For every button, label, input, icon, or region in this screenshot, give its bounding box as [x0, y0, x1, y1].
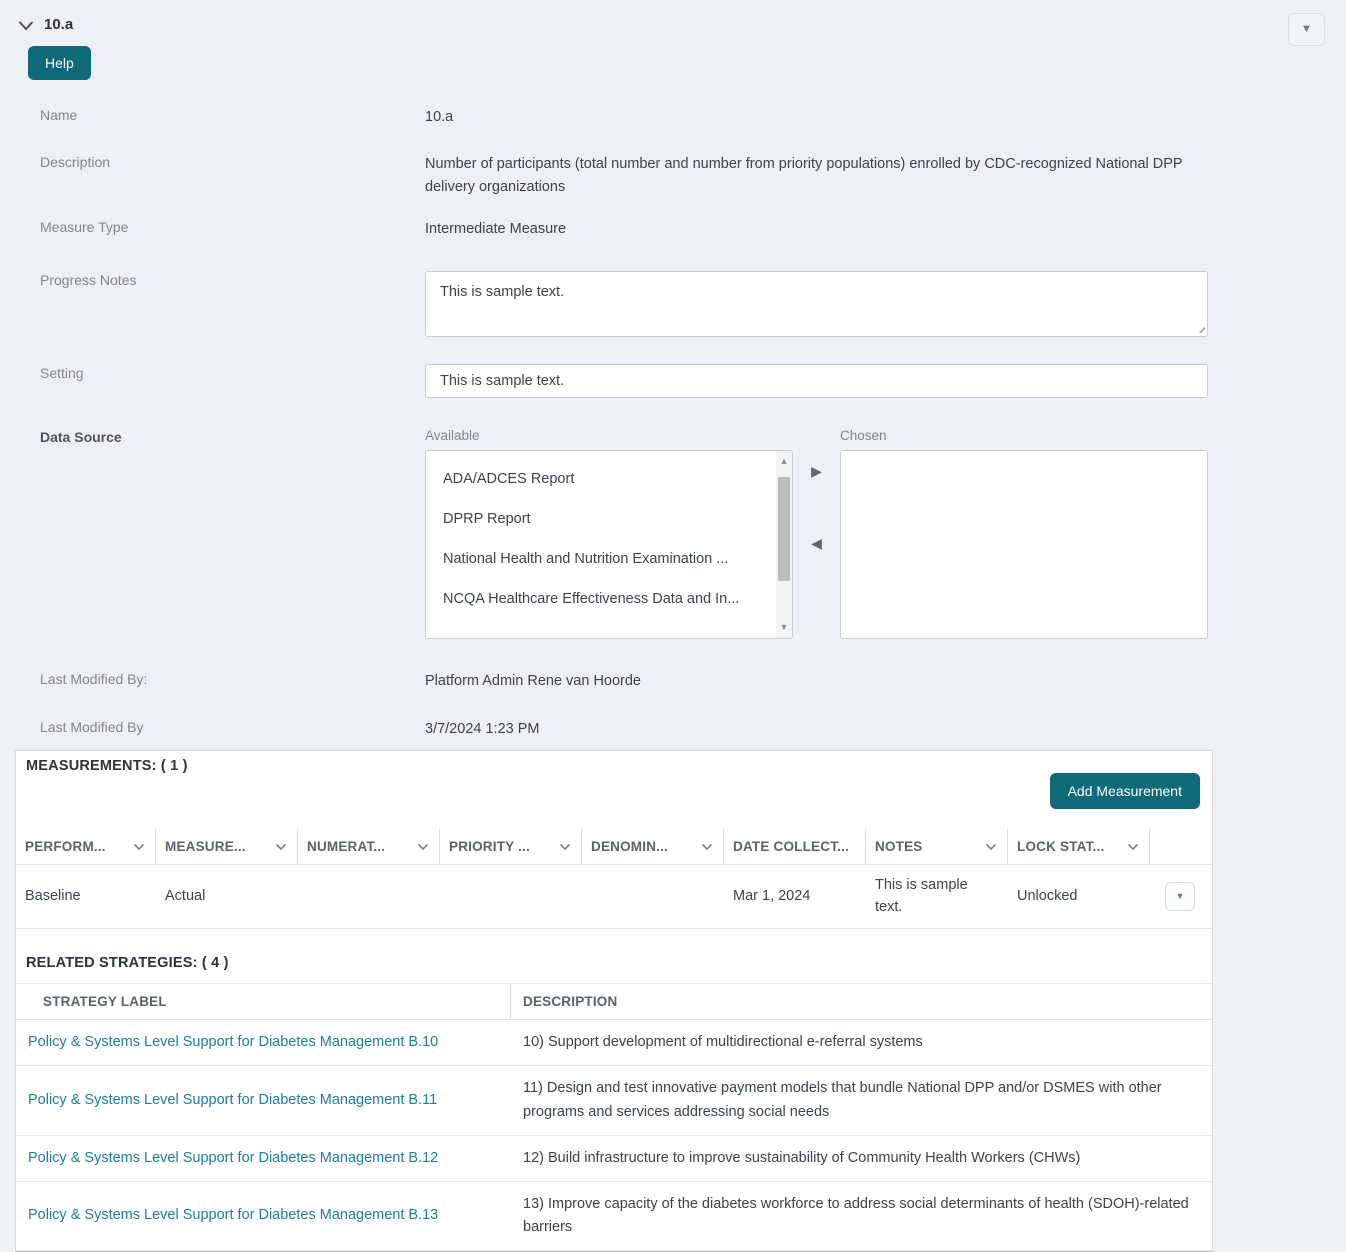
column-header-notes[interactable]: NOTES	[866, 829, 1008, 865]
scroll-thumb[interactable]	[778, 476, 790, 581]
caret-down-icon: ▼	[1301, 23, 1312, 35]
sort-chevron-icon[interactable]	[417, 839, 429, 854]
table-row: Policy & Systems Level Support for Diabe…	[16, 1136, 1212, 1182]
form-row-measure-type: Measure Type Intermediate Measure	[0, 218, 1346, 241]
strategy-link[interactable]: Policy & Systems Level Support for Diabe…	[28, 1034, 438, 1050]
page-title: 10.a	[44, 16, 74, 33]
related-strategies-title: RELATED STRATEGIES: ( 4 )	[26, 955, 229, 972]
available-listbox[interactable]: ADA/ADCES Report DPRP Report National He…	[425, 449, 793, 639]
description-value: Number of participants (total number and…	[425, 156, 1183, 196]
setting-label: Setting	[40, 364, 84, 381]
list-item[interactable]: National Health and Nutrition Examinatio…	[426, 539, 792, 579]
column-header-description: DESCRIPTION	[523, 994, 618, 1010]
measurements-title: MEASUREMENTS: ( 1 )	[26, 758, 188, 775]
list-item[interactable]: DPRP Report	[426, 499, 792, 539]
cell-priority-population	[440, 889, 582, 905]
measure-type-value: Intermediate Measure	[425, 220, 567, 237]
help-button[interactable]: Help	[28, 46, 91, 80]
form-row-data-source: Data Source Available ADA/ADCES Report D…	[0, 428, 1346, 639]
progress-notes-label: Progress Notes	[40, 271, 137, 288]
scroll-down-icon[interactable]: ▼	[780, 618, 789, 637]
strategy-link[interactable]: Policy & Systems Level Support for Diabe…	[28, 1092, 437, 1108]
measurements-table-header: PERFORM... MEASURE... NUMERAT... PRIORIT…	[16, 829, 1212, 866]
table-row: Policy & Systems Level Support for Diabe…	[16, 1066, 1212, 1136]
strategy-link[interactable]: Policy & Systems Level Support for Diabe…	[28, 1207, 438, 1223]
chosen-listbox[interactable]	[840, 449, 1208, 639]
column-header-strategy-label: STRATEGY LABEL	[16, 984, 511, 1020]
column-header-priority[interactable]: PRIORITY ...	[440, 829, 582, 865]
strategy-description: 13) Improve capacity of the diabetes wor…	[523, 1195, 1189, 1236]
table-row: Policy & Systems Level Support for Diabe…	[16, 1182, 1212, 1252]
name-label: Name	[40, 107, 78, 123]
name-value: 10.a	[425, 109, 454, 125]
measure-detail-form: Name 10.a Description Number of particip…	[0, 106, 1346, 741]
list-item[interactable]: ADA/ADCES Report	[426, 459, 792, 499]
add-measurement-button[interactable]: Add Measurement	[1049, 773, 1200, 810]
column-header-actions	[1150, 829, 1212, 864]
cell-performance-period: Baseline	[25, 887, 81, 904]
form-row-last-modified-date: Last Modified By 3/7/2024 1:23 PM	[0, 718, 1346, 741]
table-row: Policy & Systems Level Support for Diabe…	[16, 1020, 1212, 1067]
measurements-table: PERFORM... MEASURE... NUMERAT... PRIORIT…	[16, 829, 1212, 930]
sort-chevron-icon[interactable]	[1127, 839, 1139, 854]
description-label: Description	[40, 154, 111, 171]
strategy-link[interactable]: Policy & Systems Level Support for Diabe…	[28, 1150, 438, 1166]
form-row-last-modified-user: Last Modified By: Platform Admin Rene va…	[0, 670, 1346, 693]
sort-chevron-icon[interactable]	[559, 839, 571, 854]
table-row: Baseline Actual Mar 1, 2024 This is samp…	[16, 865, 1212, 930]
available-column: Available ADA/ADCES Report DPRP Report N…	[425, 428, 793, 639]
setting-input[interactable]	[425, 363, 1208, 398]
column-header-performance[interactable]: PERFORM...	[16, 829, 156, 865]
sort-chevron-icon[interactable]	[985, 839, 997, 854]
measure-type-label: Measure Type	[40, 218, 129, 235]
form-row-name: Name 10.a	[0, 106, 1346, 129]
progress-notes-textarea[interactable]: This is sample text.	[425, 270, 1208, 337]
column-header-lock-status[interactable]: LOCK STAT...	[1008, 829, 1150, 865]
available-label: Available	[425, 427, 480, 443]
row-menu-button[interactable]: ▼	[1165, 882, 1195, 912]
strategy-description: 12) Build infrastructure to improve sust…	[523, 1149, 1081, 1166]
cell-denominator	[582, 889, 724, 905]
scroll-up-icon[interactable]: ▲	[780, 452, 789, 471]
cell-measurement-type: Actual	[165, 887, 206, 904]
chevron-down-icon[interactable]	[18, 19, 34, 31]
move-arrows: ▶ ◀	[793, 428, 840, 639]
list-item[interactable]: NCQA Healthcare Effectiveness Data and I…	[426, 579, 792, 619]
last-modified-user-label: Last Modified By:	[40, 670, 148, 687]
strategy-description: 11) Design and test innovative payment m…	[523, 1080, 1162, 1120]
column-header-numerator[interactable]: NUMERAT...	[298, 829, 440, 865]
last-modified-date-label: Last Modified By	[40, 718, 144, 735]
strategies-table-header: STRATEGY LABEL DESCRIPTION	[16, 983, 1212, 1021]
cell-date-collected: Mar 1, 2024	[733, 887, 811, 904]
sort-chevron-icon[interactable]	[275, 839, 287, 854]
strategy-description: 10) Support development of multidirectio…	[523, 1034, 923, 1051]
sort-chevron-icon[interactable]	[701, 839, 713, 854]
cell-numerator	[298, 889, 440, 905]
form-row-progress-notes: Progress Notes This is sample text.	[0, 270, 1346, 337]
data-source-duallist: Available ADA/ADCES Report DPRP Report N…	[425, 428, 1208, 639]
data-source-label: Data Source	[40, 428, 122, 445]
column-header-date-collected[interactable]: DATE COLLECT...	[724, 829, 866, 865]
sort-chevron-icon[interactable]	[133, 839, 145, 854]
measurements-panel: MEASUREMENTS: ( 1 ) Add Measurement PERF…	[15, 750, 1213, 1252]
form-row-description: Description Number of participants (tota…	[0, 153, 1346, 199]
move-right-icon[interactable]: ▶	[811, 464, 822, 478]
section-menu-button[interactable]: ▼	[1288, 13, 1325, 46]
column-header-denominator[interactable]: DENOMIN...	[582, 829, 724, 865]
last-modified-user-value: Platform Admin Rene van Hoorde	[425, 672, 641, 689]
cell-notes: This is sample text.	[875, 876, 968, 915]
chosen-label: Chosen	[840, 427, 887, 443]
move-left-icon[interactable]: ◀	[811, 536, 822, 550]
form-row-setting: Setting	[0, 363, 1346, 398]
cell-lock-status: Unlocked	[1017, 887, 1078, 904]
scrollbar[interactable]: ▲ ▼	[776, 450, 792, 638]
last-modified-date-value: 3/7/2024 1:23 PM	[425, 720, 540, 737]
related-strategies-table: STRATEGY LABEL DESCRIPTION Policy & Syst…	[16, 983, 1212, 1252]
cell-actions: ▼	[1150, 874, 1212, 919]
caret-down-icon: ▼	[1175, 891, 1185, 902]
section-header: 10.a	[0, 0, 1346, 33]
chosen-column: Chosen	[840, 428, 1208, 639]
column-header-measurement[interactable]: MEASURE...	[156, 829, 298, 865]
